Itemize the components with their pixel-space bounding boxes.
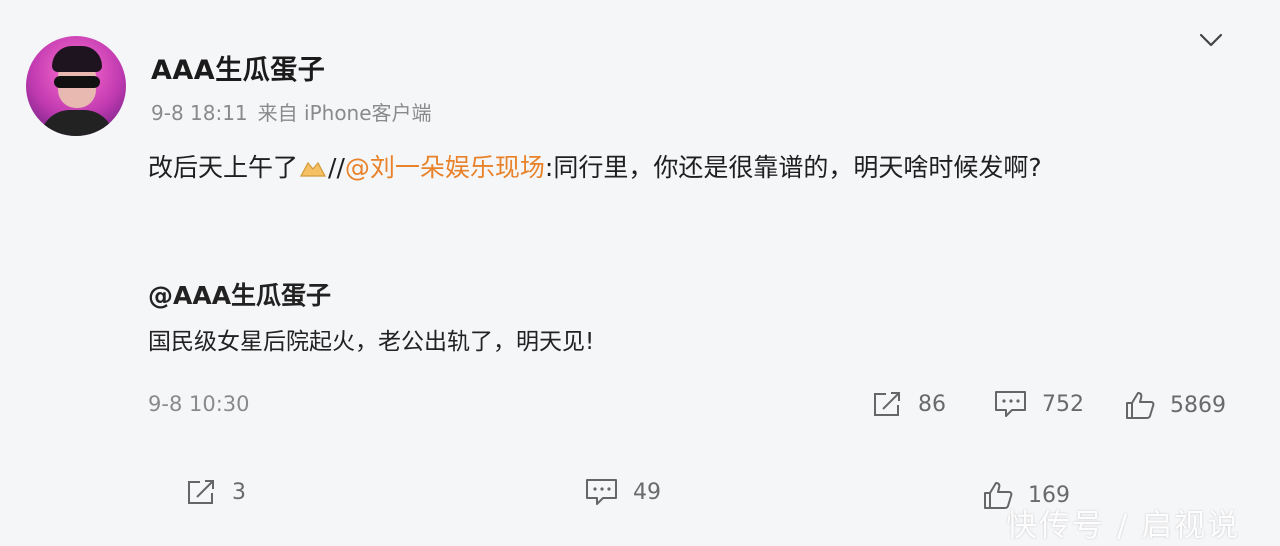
post-text-prefix: 改后天上午了: [148, 153, 299, 182]
chevron-down-icon[interactable]: [1198, 30, 1224, 50]
post-text-suffix: :同行里，你还是很靠谱的，明天啥时候发啊?: [544, 153, 1042, 182]
avatar-hair-shape: [52, 46, 102, 72]
repost-comment-button[interactable]: 752: [994, 390, 1084, 418]
avatar-body-shape: [40, 110, 114, 136]
repost-share-button[interactable]: 86: [872, 390, 946, 418]
post-text-separator: //: [328, 153, 345, 182]
repost-like-count: 5869: [1170, 392, 1226, 418]
share-button[interactable]: 3: [186, 478, 246, 506]
avatar[interactable]: [26, 36, 126, 136]
weibo-post-card: AAA生瓜蛋子 9-8 18:11 来自 iPhone客户端 改后天上午了 //@刘…: [0, 0, 1280, 546]
comment-icon: [586, 479, 617, 505]
comment-button[interactable]: 49: [585, 478, 661, 506]
mention-link[interactable]: @刘一朵娱乐现场: [345, 153, 545, 182]
post-meta: 9-8 18:11 来自 iPhone客户端: [151, 97, 442, 126]
avatar-glasses-shape: [54, 76, 100, 88]
repost-comment-count: 752: [1042, 391, 1084, 417]
repost-time[interactable]: 9-8 10:30: [148, 392, 250, 416]
share-icon: [188, 480, 214, 504]
repost-share-count: 86: [918, 391, 946, 417]
post-time[interactable]: 9-8 18:11: [151, 101, 248, 125]
post-text: 改后天上午了 //@刘一朵娱乐现场:同行里，你还是很靠谱的，明天啥时候发啊?: [148, 146, 1208, 190]
repost-like-button[interactable]: 5869: [1124, 390, 1226, 420]
post-source: 来自 iPhone客户端: [257, 101, 432, 125]
comment-count: 49: [633, 479, 661, 505]
comment-icon: [995, 391, 1026, 417]
share-count: 3: [232, 479, 246, 505]
repost-username[interactable]: @AAA生瓜蛋子: [148, 276, 331, 312]
share-icon: [874, 392, 900, 416]
username[interactable]: AAA生瓜蛋子: [151, 48, 325, 87]
like-icon: [1126, 392, 1155, 419]
watermark: 快传号 / 启视说: [1006, 508, 1241, 544]
repost-text: 国民级女星后院起火，老公出轨了，明天见!: [148, 329, 595, 355]
pray-emoji-icon: [300, 161, 327, 177]
